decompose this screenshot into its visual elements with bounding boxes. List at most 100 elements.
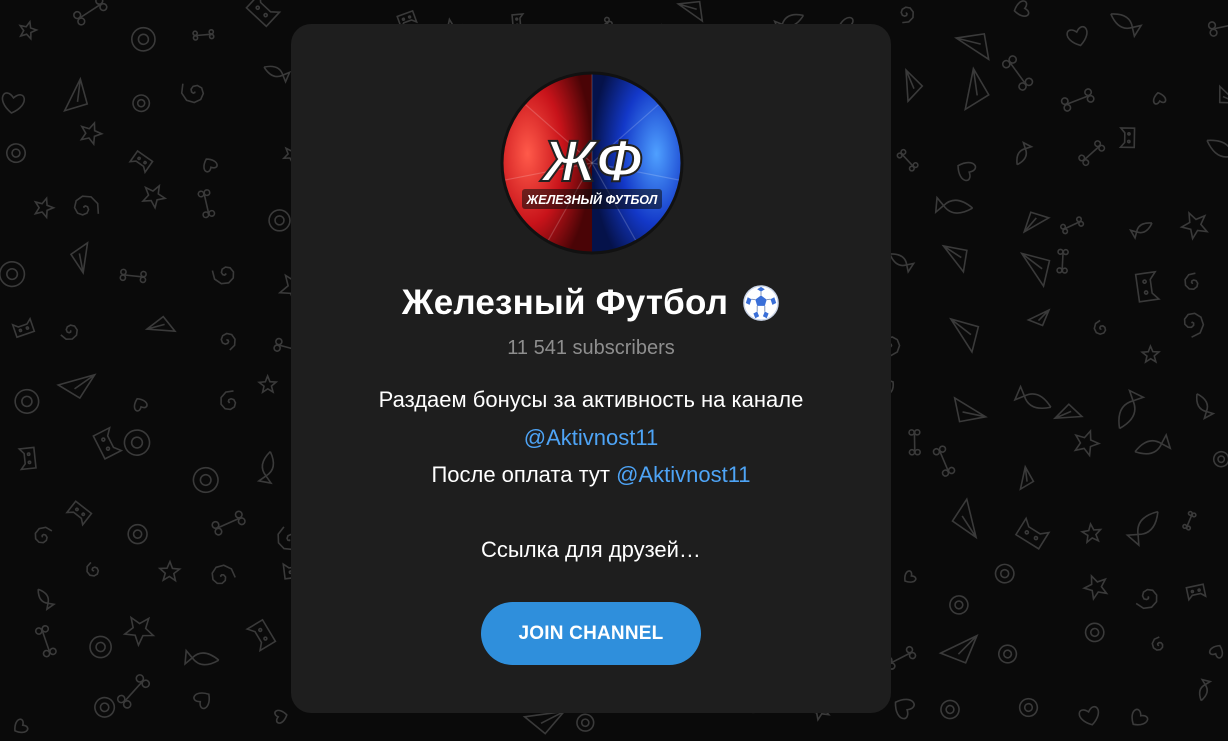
doodle-heart: [274, 709, 288, 724]
doodle-plane: [56, 373, 97, 400]
doodle-circle: [130, 26, 156, 52]
mention-link-1[interactable]: @Aktivnost11: [524, 425, 658, 450]
doodle-circle: [5, 143, 27, 164]
doodle-cat: [128, 149, 154, 175]
doodle-bone: [119, 268, 147, 284]
doodle-circle: [94, 696, 116, 718]
avatar-letters: ЖФ: [539, 129, 642, 194]
doodle-cat: [92, 426, 124, 460]
doodle-plane: [964, 66, 990, 112]
doodle-heart: [193, 692, 211, 710]
doodle-bone: [1060, 216, 1085, 235]
doodle-bone: [1060, 88, 1095, 112]
doodle-bone: [896, 148, 919, 172]
doodle-spiral: [211, 266, 235, 285]
channel-title-row: Железный Футбол: [291, 280, 891, 326]
doodle-plane: [144, 315, 177, 333]
doodle-fish: [1206, 139, 1228, 169]
doodle-star: [122, 615, 156, 648]
doodle-spiral: [86, 561, 100, 577]
doodle-plane: [1218, 84, 1228, 104]
description-line-3: После оплата тут @Aktivnost11: [291, 456, 891, 494]
doodle-cat: [1134, 270, 1161, 303]
channel-logo-icon: ЖФ ЖЕЛЕЗНЫЙ ФУТБОЛ: [500, 71, 684, 255]
mention-link-2[interactable]: @Aktivnost11: [616, 462, 750, 487]
doodle-circle: [123, 429, 151, 456]
doodle-bone: [34, 624, 57, 658]
doodle-circle: [1018, 697, 1039, 718]
description-line-1: Раздаем бонусы за активность на канале: [378, 387, 804, 412]
doodle-circle: [1084, 622, 1105, 643]
doodle-fish: [256, 451, 275, 485]
doodle-star: [1073, 429, 1102, 458]
doodle-plane: [1022, 211, 1051, 234]
doodle-plane: [1019, 464, 1035, 491]
doodle-fish: [1195, 393, 1216, 420]
doodle-circle: [127, 523, 148, 545]
doodle-bone: [1056, 248, 1069, 274]
doodle-fish: [889, 253, 916, 274]
doodle-star: [1140, 343, 1161, 364]
doodle-heart: [904, 570, 917, 583]
doodle-circle: [940, 699, 960, 720]
doodle-circle: [0, 261, 26, 288]
doodle-heart: [1078, 706, 1100, 726]
doodle-cat: [245, 0, 282, 28]
doodle-fish: [263, 65, 292, 84]
doodle-plane: [1019, 252, 1051, 289]
doodle-star: [1079, 521, 1103, 545]
doodle-cat: [11, 316, 36, 339]
channel-preview-card: ЖФ ЖЕЛЕЗНЫЙ ФУТБОЛ Железный Футбол 11 54…: [291, 24, 891, 713]
doodle-fish: [1125, 510, 1159, 547]
doodle-bone: [116, 674, 151, 709]
doodle-circle: [1212, 450, 1228, 468]
doodle-plane: [953, 396, 988, 423]
doodle-heart: [14, 718, 29, 734]
doodle-fish: [1110, 13, 1143, 39]
doodle-heart: [203, 158, 218, 173]
doodle-plane: [951, 497, 978, 540]
doodle-heart: [1131, 708, 1149, 726]
doodle-bone: [192, 29, 215, 41]
doodle-spiral: [34, 526, 53, 544]
doodle-bone: [197, 189, 216, 219]
doodle-heart: [1, 92, 26, 114]
soccer-ball-icon: [743, 285, 779, 321]
doodle-star: [1179, 211, 1209, 241]
doodle-cat: [245, 618, 277, 653]
doodle-circle: [192, 466, 219, 494]
doodle-plane: [941, 244, 968, 274]
doodle-circle: [268, 209, 291, 232]
doodle-spiral: [220, 332, 236, 351]
description-line-2: @Aktivnost11: [291, 419, 891, 457]
join-channel-button[interactable]: JOIN CHANNEL: [481, 602, 701, 665]
doodle-star: [79, 120, 104, 147]
doodle-plane: [949, 317, 980, 354]
doodle-bone: [1078, 140, 1106, 167]
doodle-fish: [1013, 384, 1052, 410]
doodle-spiral: [211, 564, 236, 585]
subscriber-count: 11 541 subscribers: [507, 337, 675, 359]
doodle-circle: [89, 635, 112, 659]
doodle-star: [33, 196, 56, 220]
doodle-plane: [938, 633, 979, 664]
channel-avatar: ЖФ ЖЕЛЕЗНЫЙ ФУТБОЛ: [500, 71, 684, 255]
doodle-fish: [934, 195, 974, 215]
doodle-plane: [1052, 403, 1084, 420]
doodle-heart: [957, 161, 977, 182]
doodle-plane: [69, 241, 89, 276]
doodle-plane: [953, 32, 990, 62]
doodle-spiral: [60, 324, 79, 340]
doodle-bone: [1182, 510, 1197, 531]
doodle-cat: [1014, 516, 1051, 550]
description-line-3-text: После оплата тут: [431, 462, 617, 487]
doodle-fish: [1198, 678, 1213, 702]
doodle-fish: [1016, 141, 1034, 166]
doodle-bone: [211, 510, 246, 536]
description-line-5: Ссылка для друзей…: [481, 537, 701, 562]
doodle-heart: [894, 698, 915, 720]
doodle-bone: [73, 0, 108, 26]
doodle-circle: [994, 563, 1015, 584]
doodle-plane: [676, 0, 704, 23]
doodle-spiral: [900, 6, 914, 24]
